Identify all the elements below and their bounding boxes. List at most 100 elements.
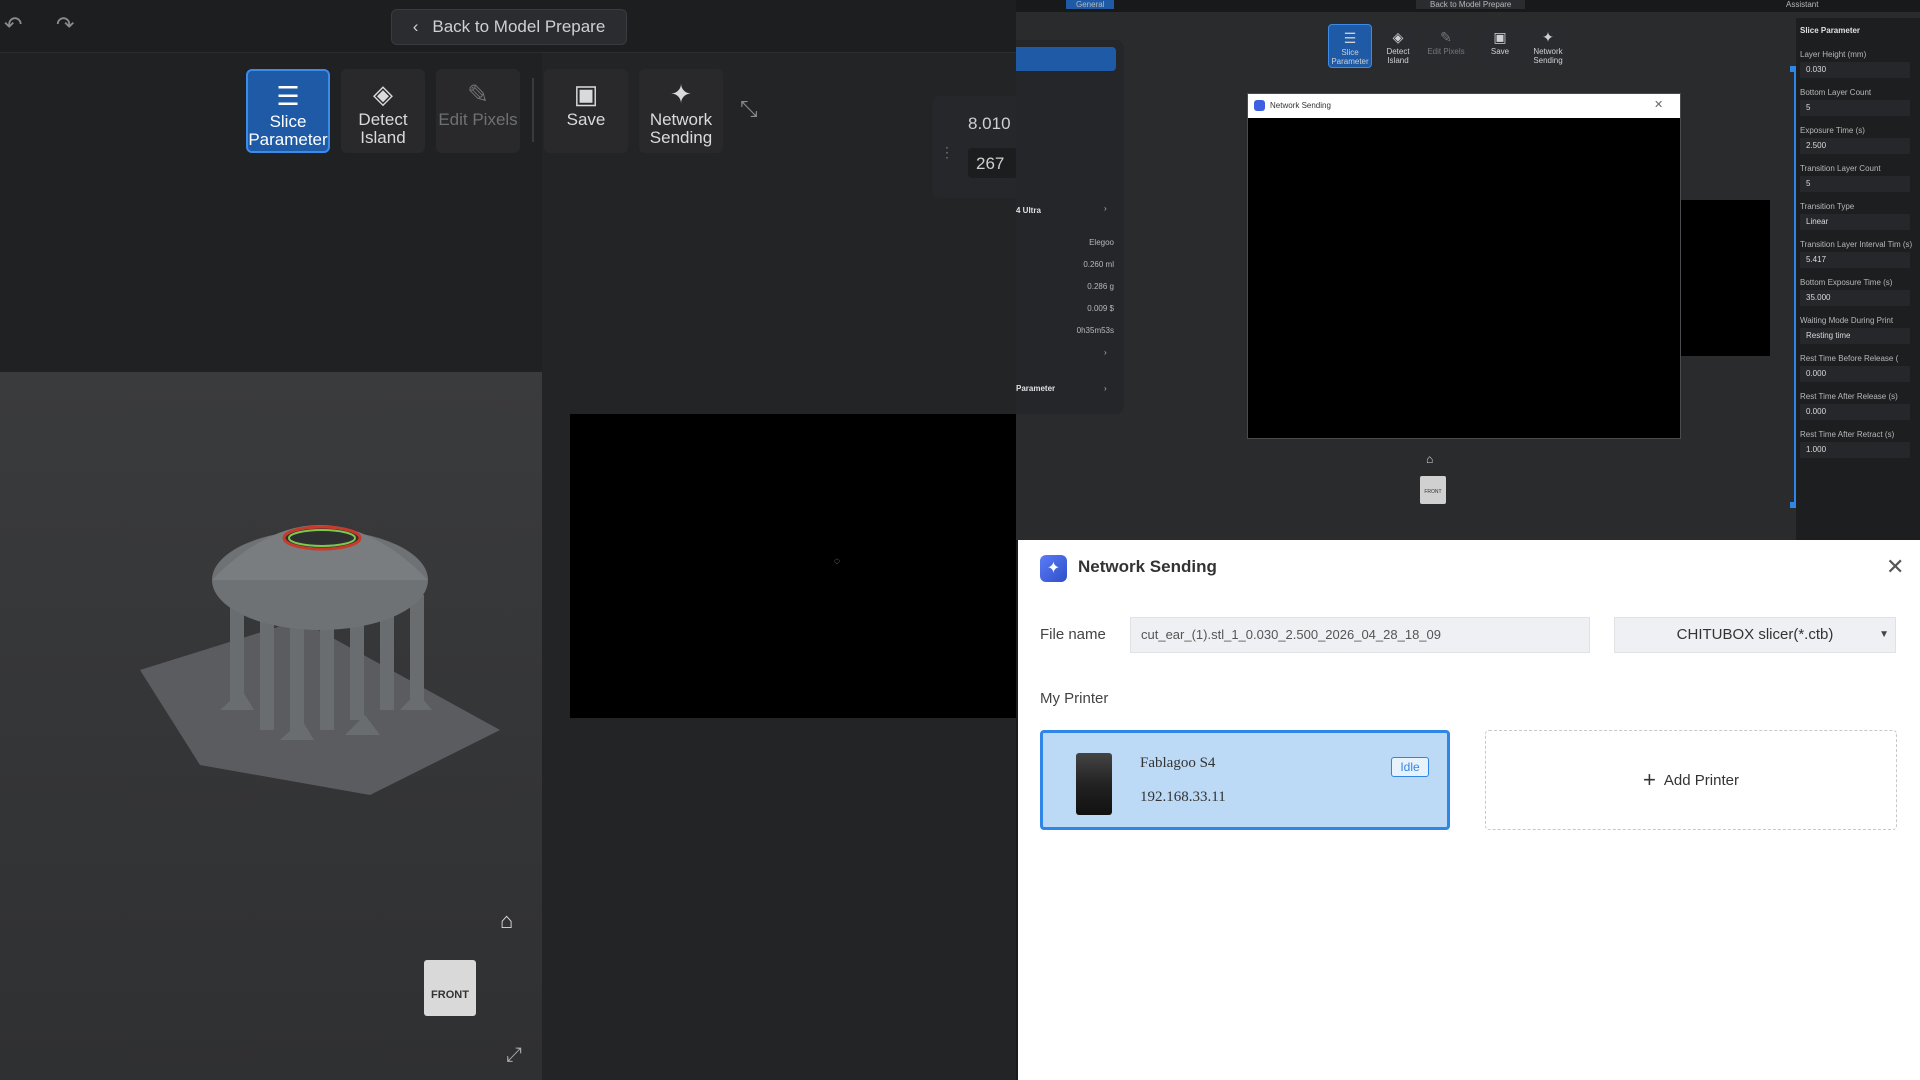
layer-number-input[interactable]: 267 [968,148,1016,178]
cube-label: FRONT [431,989,469,1001]
mini-save[interactable]: ▣ Save [1478,24,1522,68]
info-cost: 0.009 $ [1087,304,1114,313]
param-label: Exposure Time (s) [1800,126,1865,135]
caret-down-icon: ▼ [1879,629,1889,640]
param-value-input[interactable]: 5 [1800,100,1910,116]
cube-label: FRONT [1424,489,1442,495]
format-select[interactable]: CHITUBOX slicer(*.ctb) ▼ [1614,617,1896,653]
printer-info-panel: 4 Ultra › Elegoo 0.260 ml 0.286 g 0.009 … [1016,40,1124,414]
param-value-input[interactable]: 5 [1800,176,1910,192]
back-to-model-prepare-small[interactable]: Back to Model Prepare [1416,0,1526,9]
home-icon[interactable]: ⌂ [1426,452,1433,466]
printer-card[interactable]: Fablagoo S4 192.168.33.11 Idle [1040,730,1450,830]
drag-handle-icon[interactable]: ⋮ [940,144,954,161]
tool-label: Slice Parameter [248,112,328,149]
black-preview-small [1680,200,1770,356]
param-label: Transition Type [1800,202,1855,211]
assistant-button[interactable]: Assistant [1786,0,1818,9]
undo-icon[interactable]: ↶ [4,12,22,38]
edit-pixels-icon: ✎ [1440,29,1452,45]
black-preview-area: ◌ [570,414,1016,718]
close-icon[interactable]: ✕ [1654,98,1663,111]
view-cube[interactable]: FRONT [424,960,476,1016]
mini-label: Detect Island [1386,47,1410,65]
param-value-input[interactable]: 2.500 [1800,138,1910,154]
network-sending-icon: ✦ [670,79,692,109]
network-sending-icon: ✦ [1542,29,1554,45]
file-name-label: File name [1040,626,1106,643]
slice-parameter-button[interactable]: ☰ Slice Parameter [246,69,330,153]
mini-detect-island[interactable]: ◈ Detect Island [1376,24,1420,68]
sidebar-active-bar[interactable] [1016,47,1116,71]
printer-ip: 192.168.33.11 [1140,789,1226,805]
mini-edit-pixels[interactable]: ✎ Edit Pixels [1424,24,1468,68]
printer-model-title: 4 Ultra [1016,206,1041,215]
param-value-input[interactable]: 0.000 [1800,404,1910,420]
status-badge: Idle [1391,757,1429,777]
param-label: Rest Time After Retract (s) [1800,430,1895,439]
param-value-input[interactable]: 1.000 [1800,442,1910,458]
mini-label: Edit Pixels [1427,47,1465,56]
param-label: Bottom Layer Count [1800,88,1872,97]
small-dialog-header: Network Sending ✕ [1248,94,1680,118]
edit-pixels-button[interactable]: ✎ Edit Pixels [436,69,520,153]
3d-model [140,525,500,795]
param-value-input[interactable]: Resting time [1800,328,1910,344]
param-value-input[interactable]: 35.000 [1800,290,1910,306]
loading-icon: ◌ [834,556,840,567]
back-label: Back to Model Prepare [432,17,606,36]
file-name-value: cut_ear_(1).stl_1_0.030_2.500_2026_04_28… [1141,627,1441,642]
top-bar: ↶ ↷ ‹ Back to Model Prepare [0,0,1016,53]
chevron-right-icon[interactable]: › [1104,348,1107,357]
detect-island-icon: ◈ [373,79,393,109]
left-viewport-pane: ↶ ↷ ‹ Back to Model Prepare ☰ Slice Para… [0,0,1016,1080]
info-brand: Elegoo [1089,238,1114,247]
view-cube-small[interactable]: FRONT [1420,476,1446,504]
parameter-row[interactable]: Parameter [1016,384,1055,393]
add-printer-button[interactable]: + Add Printer [1485,730,1897,830]
sliders-icon: ☰ [1343,30,1357,46]
param-value-input[interactable]: 0.030 [1800,62,1910,78]
param-label: Transition Layer Count [1800,164,1881,173]
back-to-model-prepare-button[interactable]: ‹ Back to Model Prepare [391,9,627,45]
chevron-right-icon[interactable]: › [1104,384,1107,393]
param-value-input[interactable]: 5.417 [1800,252,1910,268]
tool-label: Network Sending [649,110,713,147]
printer-image [1076,753,1112,815]
file-name-input[interactable]: cut_ear_(1).stl_1_0.030_2.500_2026_04_28… [1130,617,1590,653]
close-icon[interactable]: ✕ [1886,554,1904,580]
param-value-input[interactable]: Linear [1800,214,1910,230]
tool-label: Detect Island [358,110,408,147]
chevron-right-icon[interactable]: › [1104,204,1107,213]
format-value: CHITUBOX slicer(*.ctb) [1676,626,1834,643]
network-sending-logo-icon: ✦ [1040,555,1067,582]
panel-title: Slice Parameter [1800,26,1861,35]
info-volume: 0.260 ml [1083,260,1114,269]
mini-network-sending[interactable]: ✦ Network Sending [1526,24,1570,68]
redo-icon[interactable]: ↷ [56,12,74,38]
save-icon: ▣ [573,79,599,109]
save-icon: ▣ [1493,29,1507,45]
home-icon[interactable]: ⌂ [500,908,513,934]
detect-island-button[interactable]: ◈ Detect Island [341,69,425,153]
mini-slice-parameter[interactable]: ☰ Slice Parameter [1328,24,1372,68]
my-printer-label: My Printer [1040,690,1109,707]
collapse-icon[interactable]: ⤡ [740,96,758,122]
slice-parameter-panel: Slice Parameter Layer Height (mm) 0.030 Bo… [1796,18,1920,540]
network-sending-button[interactable]: ✦ Network Sending [639,69,723,153]
mode-dropdown[interactable]: General [1066,0,1115,9]
param-value-input[interactable]: 0.000 [1800,366,1910,382]
save-button[interactable]: ▣ Save [544,69,628,153]
plus-icon: + [1643,767,1656,792]
mini-label: Slice Parameter [1331,48,1369,66]
printer-name: Fablagoo S4 [1140,755,1216,771]
param-label: Rest Time Before Release ( [1800,354,1899,363]
right-top-bar: General Back to Model Prepare Assistant [1016,0,1920,12]
expand-icon[interactable]: ⤢ [506,1044,522,1067]
small-dialog-title: Network Sending [1270,101,1331,110]
add-printer-label: Add Printer [1663,771,1739,789]
sliders-icon: ☰ [276,81,300,111]
detect-island-icon: ◈ [1392,29,1404,45]
param-label: Bottom Exposure Time (s) [1800,278,1893,287]
info-time: 0h35m53s [1076,326,1114,335]
